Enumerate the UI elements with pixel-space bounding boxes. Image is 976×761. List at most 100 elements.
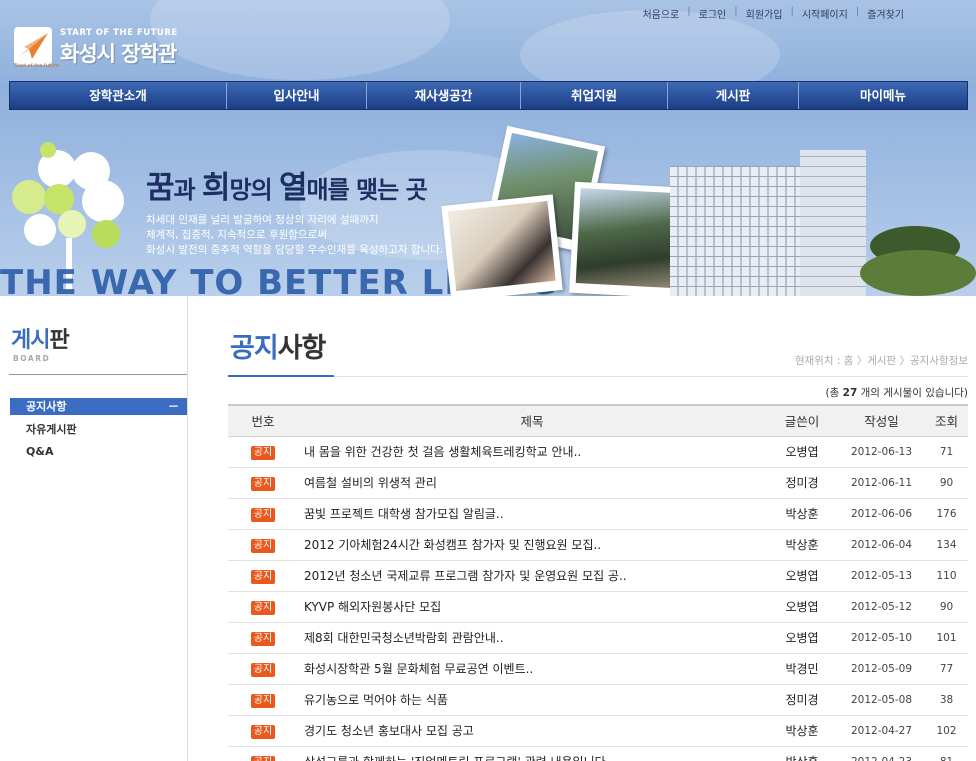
main-nav: 장학관소개 입사안내 재사생공간 취업지원 게시판 마이메뉴 <box>9 81 968 110</box>
photo-students <box>441 194 563 296</box>
link-startpage[interactable]: 시작페이지 <box>802 6 848 21</box>
tree-illustration-right <box>860 220 976 296</box>
title-cell: 유기농으로 먹어야 하는 식품 <box>298 684 766 716</box>
notice-badge: 공지 <box>250 569 276 584</box>
views-cell: 38 <box>925 684 968 716</box>
author-cell: 박상훈 <box>766 715 838 747</box>
logo-tagline: START OF THE FUTURE <box>60 28 178 38</box>
post-title-link[interactable]: KYVP 해외자원봉사단 모집 <box>298 600 441 614</box>
title-cell: 삼성그룹과 함께하는 '진업멘토링 프로그램' 관련 내용입니다.. <box>298 746 766 761</box>
building-illustration <box>670 150 866 296</box>
table-row[interactable]: 공지 제8회 대한민국청소년박람회 관람안내.. 오병엽 2012-05-10 101 <box>228 622 968 654</box>
post-title-link[interactable]: 여름철 설비의 위생적 관리 <box>298 476 437 490</box>
post-title-link[interactable]: 제8회 대한민국청소년박람회 관람안내.. <box>298 631 504 645</box>
link-join[interactable]: 회원가입 <box>746 6 783 21</box>
author-cell: 정미경 <box>766 467 838 499</box>
title-cell: 제8회 대한민국청소년박람회 관람안내.. <box>298 622 766 654</box>
nav-board[interactable]: 게시판 <box>668 82 799 109</box>
notice-cell: 공지 <box>228 715 298 747</box>
sidebar-item-notice[interactable]: 공지사항 － <box>10 398 187 415</box>
table-row[interactable]: 공지 2012년 청소년 국제교류 프로그램 참가자 및 운영요원 모집 공.. 오… <box>228 560 968 592</box>
post-count: (총 27 개의 게시물이 있습니다) <box>825 387 968 399</box>
logo[interactable]: Start of the future START OF THE FUTURE … <box>14 27 204 72</box>
post-title-link[interactable]: 삼성그룹과 함께하는 '진업멘토링 프로그램' 관련 내용입니다.. <box>298 755 613 761</box>
col-number: 번호 <box>228 404 298 437</box>
notice-badge: 공지 <box>250 693 276 708</box>
col-title: 제목 <box>298 404 766 437</box>
notice-table: 번호 제목 글쓴이 작성일 조회 공지 내 몸을 위한 건강한 첫 걸음 생활체육… <box>228 404 968 761</box>
table-row[interactable]: 공지 화성시장학관 5월 문화체험 무료공연 이벤트.. 박경민 2012-05-09… <box>228 653 968 685</box>
link-bookmark[interactable]: 즐겨찾기 <box>867 6 904 21</box>
post-title-link[interactable]: 경기도 청소년 홍보대사 모집 공고 <box>298 724 474 738</box>
author-cell: 정미경 <box>766 684 838 716</box>
header: 처음으로 | 로그인 | 회원가입 | 시작페이지 | 즐겨찾기 Start of th… <box>0 0 976 296</box>
notice-badge: 공지 <box>250 755 276 761</box>
table-row[interactable]: 공지 유기농으로 먹어야 하는 식품 정미경 2012-05-08 38 <box>228 684 968 716</box>
table-row[interactable]: 공지 KYVP 해외자원봉사단 모집 오병엽 2012-05-12 90 <box>228 591 968 623</box>
notice-badge: 공지 <box>250 724 276 739</box>
sidebar-item-free-board[interactable]: 자유게시판 <box>10 419 187 441</box>
notice-cell: 공지 <box>228 529 298 561</box>
date-cell: 2012-04-23 <box>838 746 925 761</box>
page-title: 공지사항 <box>230 333 326 364</box>
date-cell: 2012-06-11 <box>838 467 925 499</box>
table-row[interactable]: 공지 삼성그룹과 함께하는 '진업멘토링 프로그램' 관련 내용입니다.. 박상훈2… <box>228 746 968 761</box>
author-cell: 오병엽 <box>766 560 838 592</box>
author-cell: 오병엽 <box>766 436 838 468</box>
notice-cell: 공지 <box>228 684 298 716</box>
post-title-link[interactable]: 2012 기아체험24시간 화성캠프 참가자 및 진행요원 모집.. <box>298 538 601 552</box>
table-row[interactable]: 공지 2012 기아체험24시간 화성캠프 참가자 및 진행요원 모집.. 박상훈 2… <box>228 529 968 561</box>
table-row[interactable]: 공지 내 몸을 위한 건강한 첫 걸음 생활체육트레킹학교 안내.. 오병엽 2012… <box>228 436 968 468</box>
table-row[interactable]: 공지 경기도 청소년 홍보대사 모집 공고 박상훈 2012-04-27 102 <box>228 715 968 747</box>
notice-cell: 공지 <box>228 436 298 468</box>
table-header-row: 번호 제목 글쓴이 작성일 조회 <box>228 404 968 437</box>
views-cell: 81 <box>925 746 968 761</box>
views-cell: 90 <box>925 591 968 623</box>
date-cell: 2012-05-10 <box>838 622 925 654</box>
date-cell: 2012-05-08 <box>838 684 925 716</box>
nav-resident-space[interactable]: 재사생공간 <box>367 82 521 109</box>
date-cell: 2012-05-13 <box>838 560 925 592</box>
table-row[interactable]: 공지 여름철 설비의 위생적 관리 정미경 2012-06-11 90 <box>228 467 968 499</box>
hero-description: 차세대 인재를 널리 발굴하여 정상의 자리에 설때까지 체계적, 집중적, 지… <box>146 214 444 256</box>
nav-about[interactable]: 장학관소개 <box>10 82 227 109</box>
views-cell: 101 <box>925 622 968 654</box>
nav-admission[interactable]: 입사안내 <box>227 82 367 109</box>
post-title-link[interactable]: 유기농으로 먹어야 하는 식품 <box>298 693 448 707</box>
sidebar-item-label: 공지사항 <box>26 400 67 413</box>
views-cell: 134 <box>925 529 968 561</box>
title-cell: KYVP 해외자원봉사단 모집 <box>298 591 766 623</box>
logo-name: 화성시 장학관 <box>60 42 177 66</box>
notice-cell: 공지 <box>228 591 298 623</box>
author-cell: 박상훈 <box>766 498 838 530</box>
table-row[interactable]: 공지 꿈빛 프로젝트 대학생 참가모집 알림글.. 박상훈 2012-06-06 176 <box>228 498 968 530</box>
post-title-link[interactable]: 화성시장학관 5월 문화체험 무료공연 이벤트.. <box>298 662 533 676</box>
date-cell: 2012-04-27 <box>838 715 925 747</box>
link-home[interactable]: 처음으로 <box>642 6 679 21</box>
divider <box>228 376 968 377</box>
hero-text: 꿈과 희망의 열매를 맺는 곳 차세대 인재를 널리 발굴하여 정상의 자리에 … <box>146 162 443 258</box>
notice-badge: 공지 <box>250 476 276 491</box>
title-cell: 꿈빛 프로젝트 대학생 참가모집 알림글.. <box>298 498 766 530</box>
date-cell: 2012-06-04 <box>838 529 925 561</box>
date-cell: 2012-05-12 <box>838 591 925 623</box>
views-cell: 71 <box>925 436 968 468</box>
notice-cell: 공지 <box>228 622 298 654</box>
sidebar-item-qna[interactable]: Q&A <box>10 441 187 463</box>
post-title-link[interactable]: 2012년 청소년 국제교류 프로그램 참가자 및 운영요원 모집 공.. <box>298 569 627 583</box>
link-login[interactable]: 로그인 <box>699 6 727 21</box>
title-cell: 경기도 청소년 홍보대사 모집 공고 <box>298 715 766 747</box>
views-cell: 176 <box>925 498 968 530</box>
notice-cell: 공지 <box>228 467 298 499</box>
author-cell: 박상훈 <box>766 529 838 561</box>
nav-career[interactable]: 취업지원 <box>521 82 668 109</box>
views-cell: 77 <box>925 653 968 685</box>
author-cell: 박경민 <box>766 653 838 685</box>
title-cell: 내 몸을 위한 건강한 첫 걸음 생활체육트레킹학교 안내.. <box>298 436 766 468</box>
notice-badge: 공지 <box>250 538 276 553</box>
col-author: 글쓴이 <box>766 404 838 437</box>
post-title-link[interactable]: 내 몸을 위한 건강한 첫 걸음 생활체육트레킹학교 안내.. <box>298 445 581 459</box>
logo-mark-icon <box>14 27 52 65</box>
post-title-link[interactable]: 꿈빛 프로젝트 대학생 참가모집 알림글.. <box>298 507 504 521</box>
nav-mymenu[interactable]: 마이메뉴 <box>799 82 967 109</box>
